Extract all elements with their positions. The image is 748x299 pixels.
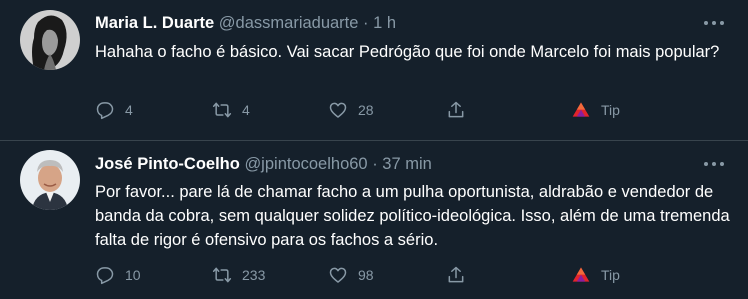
share-button[interactable] [446,263,466,287]
reply-icon [96,267,114,285]
separator-dot: · [372,155,378,173]
tweet-header: José Pinto-Coelho @jpintocoelho60 · 37 m… [95,155,432,174]
avatar[interactable] [20,10,80,70]
more-icon[interactable] [702,154,726,174]
like-button[interactable]: 28 [328,98,374,122]
tweet-text: Hahaha o facho é básico. Vai sacar Pedró… [95,43,720,61]
tweet-header: Maria L. Duarte @dassmariaduarte · 1 h [95,14,396,33]
tip-label: Tip [601,267,620,283]
tweet-actions: 10 233 98 Tip [95,263,655,287]
retweet-icon [212,267,232,283]
reply-button[interactable]: 4 [95,98,133,122]
reply-button[interactable]: 10 [95,263,141,287]
display-name[interactable]: José Pinto-Coelho [95,155,240,173]
reply-count: 10 [125,267,141,283]
more-icon[interactable] [702,13,726,33]
user-handle[interactable]: @jpintocoelho60 [244,155,367,173]
tip-label: Tip [601,102,620,118]
tweet[interactable]: Maria L. Duarte @dassmariaduarte · 1 h H… [0,0,748,141]
share-button[interactable] [446,98,466,122]
timestamp[interactable]: 37 min [382,155,432,173]
share-icon [448,266,464,283]
share-icon [448,101,464,118]
tweet[interactable]: José Pinto-Coelho @jpintocoelho60 · 37 m… [0,141,748,299]
tweet-actions: 4 4 28 Tip [95,98,655,122]
tip-button[interactable]: Tip [571,98,620,122]
timestamp[interactable]: 1 h [373,14,396,32]
like-icon [329,102,347,118]
tip-button[interactable]: Tip [571,263,620,287]
retweet-count: 233 [242,267,266,283]
user-handle[interactable]: @dassmariaduarte [219,14,359,32]
tweet-text: Por favor... pare lá de chamar facho a u… [95,183,730,249]
tip-icon [572,102,590,117]
retweet-button[interactable]: 233 [212,263,265,287]
like-count: 98 [358,267,374,283]
like-icon [329,267,347,283]
like-button[interactable]: 98 [328,263,374,287]
like-count: 28 [358,102,374,118]
separator-dot: · [363,14,369,32]
retweet-count: 4 [242,102,250,118]
retweet-button[interactable]: 4 [212,98,250,122]
reply-count: 4 [125,102,133,118]
tip-icon [572,267,590,282]
reply-icon [96,102,114,120]
display-name[interactable]: Maria L. Duarte [95,14,214,32]
retweet-icon [212,102,232,118]
avatar[interactable] [20,150,80,210]
